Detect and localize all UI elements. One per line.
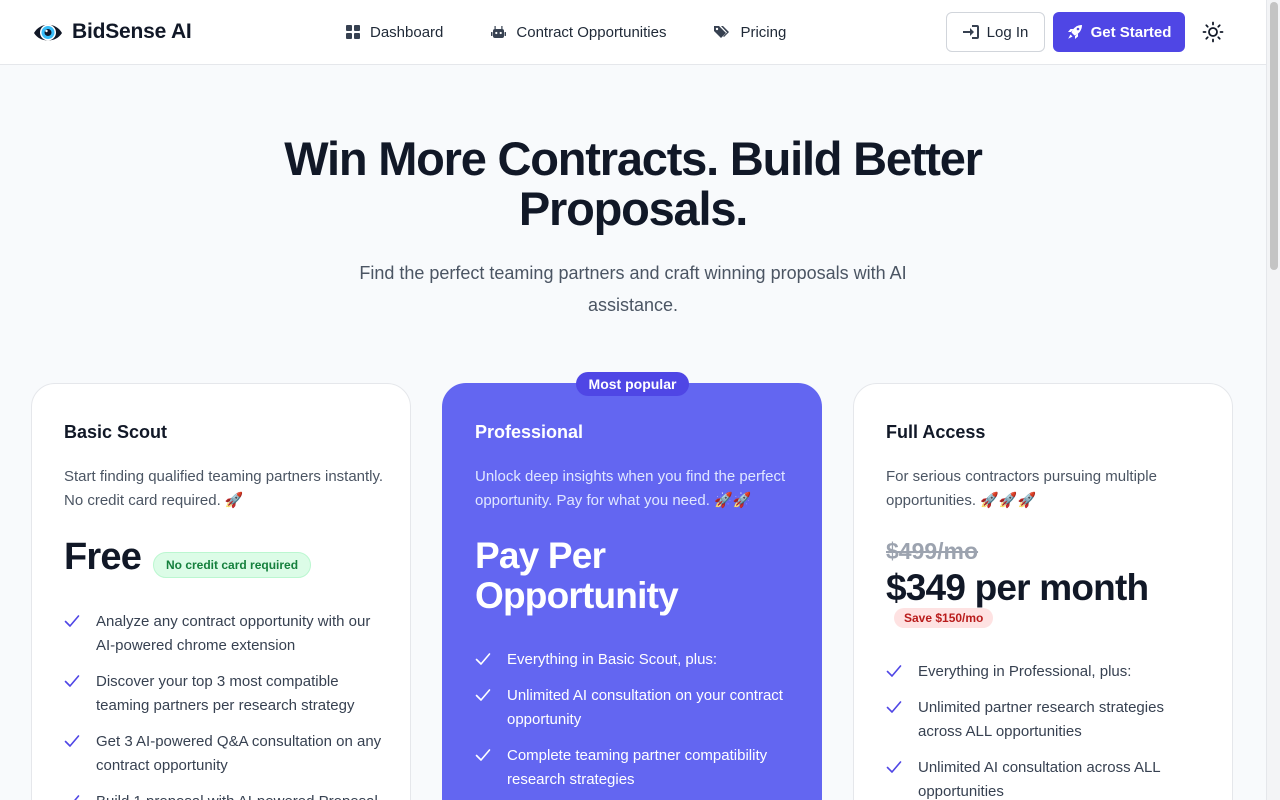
- feature-text: Everything in Professional, plus:: [918, 663, 1132, 680]
- page-scrollbar[interactable]: [1266, 0, 1280, 800]
- robot-icon: [491, 25, 507, 38]
- grid-icon: [346, 25, 360, 39]
- check-icon: [475, 749, 491, 761]
- login-button[interactable]: Log In: [946, 12, 1045, 52]
- login-label: Log In: [986, 23, 1029, 41]
- check-icon: [64, 675, 80, 687]
- plan-card-basic-scout: Basic Scout Start finding qualified team…: [31, 383, 411, 800]
- feature-list: Analyze any contract opportunity with ou…: [64, 610, 384, 800]
- top-navigation-bar: BidSense AI Dashboard Contract Opportuni…: [0, 0, 1266, 65]
- nav-label: Dashboard: [370, 23, 444, 41]
- plan-price: $349 per month: [886, 567, 1149, 608]
- main-nav: Dashboard Contract Opportunities Pricing: [346, 0, 834, 64]
- nav-item-pricing[interactable]: Pricing: [714, 24, 786, 41]
- check-icon: [475, 653, 491, 665]
- feature-item: Analyze any contract opportunity with ou…: [64, 610, 384, 658]
- feature-list: Everything in Basic Scout, plus: Unlimit…: [475, 648, 795, 800]
- plan-title: Full Access: [886, 422, 986, 442]
- feature-list: Everything in Professional, plus: Unlimi…: [886, 660, 1206, 800]
- sun-icon[interactable]: [1201, 20, 1225, 44]
- plan-title: Basic Scout: [64, 422, 168, 442]
- nav-item-dashboard[interactable]: Dashboard: [346, 24, 443, 41]
- feature-item: Unlimited AI consultation across ALL opp…: [886, 756, 1206, 800]
- original-price: $499/mo: [886, 538, 979, 564]
- feature-text: Unlimited AI consultation across ALL opp…: [918, 759, 1161, 800]
- feature-text: Complete teaming partner compatibility r…: [507, 747, 768, 788]
- feature-item: Complete teaming partner compatibility r…: [475, 744, 795, 792]
- check-icon: [886, 701, 902, 713]
- check-icon: [886, 665, 902, 677]
- hero-title: Win More Contracts. Build Better Proposa…: [284, 132, 983, 235]
- feature-text: Build 1 proposal with AI-powered Proposa…: [96, 790, 378, 800]
- check-icon: [64, 735, 80, 747]
- plan-description: For serious contractors pursuing multipl…: [886, 468, 1157, 509]
- plan-price: Free: [64, 536, 142, 578]
- feature-text: Discover your top 3 most compatible team…: [96, 673, 355, 714]
- tags-icon: [714, 26, 730, 38]
- feature-text: Analyze any contract opportunity with ou…: [96, 613, 371, 654]
- savings-badge: Save $150/mo: [894, 608, 994, 628]
- feature-item: Unlimited AI consultation on your contra…: [475, 684, 795, 732]
- eye-logo-icon: [34, 24, 62, 41]
- most-popular-badge: Most popular: [576, 372, 689, 396]
- plan-title: Professional: [475, 422, 584, 442]
- feature-item: Everything in Professional, plus:: [886, 660, 1206, 684]
- plan-description: Unlock deep insights when you find the p…: [475, 468, 786, 509]
- plan-description: Start finding qualified teaming partners…: [64, 468, 384, 509]
- rocket-icon: [1067, 25, 1082, 39]
- plan-card-full-access: Full Access For serious contractors purs…: [853, 383, 1233, 800]
- get-started-button[interactable]: Get Started: [1053, 12, 1185, 52]
- nav-label: Pricing: [740, 23, 787, 41]
- check-icon: [74, 795, 80, 800]
- hero-subtitle: Find the perfect teaming partners and cr…: [359, 263, 907, 315]
- no-credit-card-badge: No credit card required: [153, 552, 312, 578]
- feature-item: Unlimited partner research strategies ac…: [886, 696, 1206, 744]
- check-icon: [64, 615, 80, 627]
- plan-price: Pay Per Opportunity: [475, 535, 679, 616]
- plan-card-professional: Professional Unlock deep insights when y…: [442, 383, 822, 800]
- scrollbar-thumb[interactable]: [1270, 2, 1278, 270]
- feature-item: Get 3 AI-powered Q&A consultation on any…: [64, 730, 384, 778]
- sign-in-icon: [962, 25, 979, 39]
- nav-item-contract-opportunities[interactable]: Contract Opportunities: [491, 24, 666, 41]
- get-started-label: Get Started: [1090, 23, 1172, 41]
- feature-item: Build 1 proposal with AI-powered Proposa…: [64, 790, 384, 800]
- feature-item: Discover your top 3 most compatible team…: [64, 670, 384, 718]
- feature-item: Everything in Basic Scout, plus:: [475, 648, 795, 672]
- check-icon: [475, 689, 491, 701]
- brand-name: BidSense AI: [72, 20, 192, 43]
- feature-text: Get 3 AI-powered Q&A consultation on any…: [96, 733, 382, 774]
- brand[interactable]: BidSense AI: [32, 16, 192, 48]
- feature-text: Unlimited AI consultation on your contra…: [507, 687, 783, 728]
- check-icon: [886, 761, 902, 773]
- feature-text: Unlimited partner research strategies ac…: [918, 699, 1164, 740]
- nav-label: Contract Opportunities: [516, 23, 667, 41]
- feature-text: Everything in Basic Scout, plus:: [507, 651, 718, 668]
